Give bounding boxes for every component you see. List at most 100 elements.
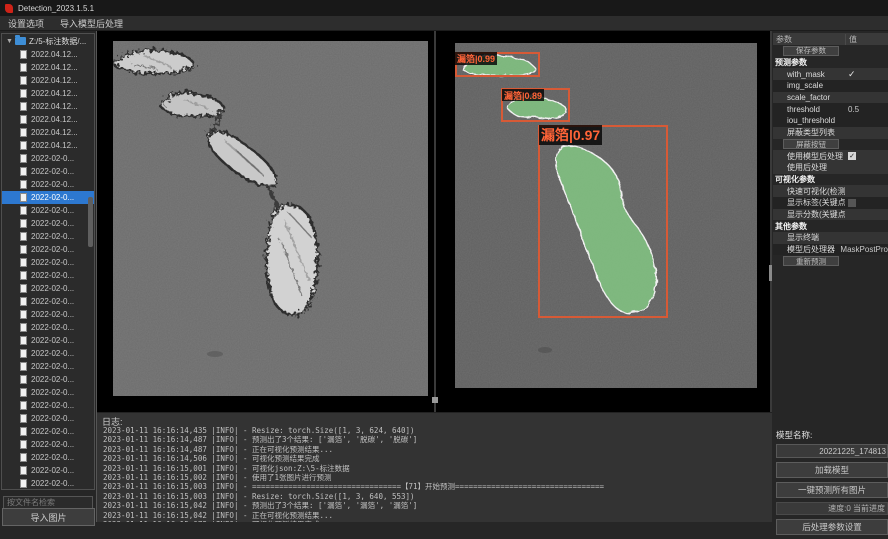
- window-title: Detection_2023.1.5.1: [18, 4, 94, 13]
- tree-item[interactable]: 2022-02-0...: [2, 347, 94, 360]
- param-row-value[interactable]: ✓: [845, 152, 856, 160]
- param-row[interactable]: 显示标签(关键点): [773, 197, 888, 209]
- tree-item[interactable]: 2022-02-0...: [2, 425, 94, 438]
- tree-item[interactable]: 2022-02-0...: [2, 165, 94, 178]
- tree-item-label: 2022.04.12...: [31, 76, 78, 85]
- param-button[interactable]: 屏蔽按钮: [783, 139, 839, 149]
- panel-splitter[interactable]: [434, 31, 436, 412]
- log-lines: 2023-01-11 16:16:14,435 |INFO| - Resize:…: [103, 426, 768, 522]
- param-row[interactable]: 模型后处理器MaskPostPro: [773, 244, 888, 256]
- postprocess-settings-button[interactable]: 后处理参数设置: [776, 519, 888, 535]
- tree-item[interactable]: 2022-02-0...: [2, 256, 94, 269]
- param-row[interactable]: 使用模型后处理✓: [773, 150, 888, 162]
- param-row-value[interactable]: ✓: [845, 69, 856, 80]
- tree-item[interactable]: 2022-02-0...: [2, 451, 94, 464]
- param-row[interactable]: scale_factor: [773, 92, 888, 104]
- tree-item[interactable]: 2022-02-0...: [2, 464, 94, 477]
- file-icon: [20, 323, 27, 332]
- tree-item[interactable]: 2022-02-0...: [2, 477, 94, 490]
- menu-import-postprocess[interactable]: 导入模型后处理: [60, 17, 123, 30]
- file-icon: [20, 466, 27, 475]
- tree-item-label: 2022-02-0...: [31, 206, 74, 215]
- param-row[interactable]: 使用后处理: [773, 162, 888, 174]
- param-row-label: 屏蔽类型列表: [773, 127, 845, 138]
- tree-item[interactable]: 2022-02-0...: [2, 178, 94, 191]
- param-row-label: 使用后处理: [773, 162, 845, 173]
- param-row[interactable]: 屏蔽类型列表: [773, 127, 888, 139]
- tree-item[interactable]: 2022-02-0...: [2, 321, 94, 334]
- tree-scrollbar[interactable]: [88, 197, 93, 247]
- tree-item-label: 2022-02-0...: [31, 349, 74, 358]
- import-images-button[interactable]: 导入图片: [2, 508, 95, 526]
- param-row-label: 使用模型后处理: [773, 151, 845, 162]
- menu-settings[interactable]: 设置选项: [8, 17, 44, 30]
- tree-item-label: 2022.04.12...: [31, 128, 78, 137]
- param-row[interactable]: 快速可视化(检测): [773, 185, 888, 197]
- folder-icon: [15, 37, 26, 45]
- tree-item[interactable]: 2022.04.12...: [2, 48, 94, 61]
- file-tree[interactable]: ▼ Z:/5-标注数据/... 2022.04.12...2022.04.12.…: [1, 33, 95, 490]
- param-row[interactable]: with_mask✓: [773, 68, 888, 80]
- tree-item[interactable]: 2022-02-0...: [2, 360, 94, 373]
- file-icon: [20, 427, 27, 436]
- sidebar: ▼ Z:/5-标注数据/... 2022.04.12...2022.04.12.…: [0, 31, 97, 522]
- file-icon: [20, 310, 27, 319]
- load-model-button[interactable]: 加载模型: [776, 462, 888, 478]
- param-section: 预测参数: [773, 57, 888, 69]
- tree-item[interactable]: 2022-02-0...: [2, 438, 94, 451]
- param-row-label: 模型后处理器: [773, 244, 837, 255]
- file-icon: [20, 206, 27, 215]
- param-row[interactable]: iou_threshold: [773, 115, 888, 127]
- tree-item[interactable]: 2022.04.12...: [2, 61, 94, 74]
- tree-item[interactable]: 2022-02-0...: [2, 386, 94, 399]
- tree-item[interactable]: 2022-02-0...: [2, 295, 94, 308]
- predict-all-button[interactable]: 一键预测所有图片: [776, 482, 888, 498]
- param-row-label: with_mask: [773, 70, 845, 79]
- tree-item[interactable]: 2022.04.12...: [2, 126, 94, 139]
- file-icon: [20, 271, 27, 280]
- tree-item[interactable]: 2022-02-0...: [2, 191, 94, 204]
- tree-item-label: 2022-02-0...: [31, 180, 74, 189]
- param-row[interactable]: 显示分数(关键点): [773, 209, 888, 221]
- tree-item[interactable]: 2022.04.12...: [2, 87, 94, 100]
- checkbox-checked-icon[interactable]: ✓: [848, 152, 856, 160]
- log-panel[interactable]: 日志: 2023-01-11 16:16:14,435 |INFO| - Res…: [97, 412, 772, 522]
- tree-item[interactable]: 2022-02-0...: [2, 334, 94, 347]
- param-row-value: MaskPostPro: [837, 245, 888, 254]
- log-line: 2023-01-11 16:16:14,506 |INFO| - 可视化预测结果…: [103, 454, 768, 463]
- tree-item[interactable]: 2022-02-0...: [2, 269, 94, 282]
- param-table: 保存参数预测参数with_mask✓img_scalescale_factort…: [773, 45, 888, 267]
- chevron-down-icon[interactable]: ▼: [6, 38, 13, 45]
- param-button[interactable]: 重新预测: [783, 256, 839, 266]
- tree-item[interactable]: 2022-02-0...: [2, 373, 94, 386]
- param-row[interactable]: threshold0.5: [773, 103, 888, 115]
- tree-item[interactable]: 2022-02-0...: [2, 217, 94, 230]
- param-row[interactable]: 显示终端: [773, 232, 888, 244]
- tree-item[interactable]: 2022.04.12...: [2, 113, 94, 126]
- tree-item[interactable]: 2022-02-0...: [2, 204, 94, 217]
- file-icon: [20, 180, 27, 189]
- tree-item[interactable]: 2022-02-0...: [2, 399, 94, 412]
- param-button[interactable]: 保存参数: [783, 46, 839, 56]
- tree-root-folder[interactable]: ▼ Z:/5-标注数据/...: [2, 34, 94, 48]
- tree-item[interactable]: 2022.04.12...: [2, 100, 94, 113]
- tree-item[interactable]: 2022-02-0...: [2, 243, 94, 256]
- param-row[interactable]: img_scale: [773, 80, 888, 92]
- source-image-panel[interactable]: [113, 41, 428, 396]
- param-button-row: 保存参数: [773, 45, 888, 57]
- tree-item[interactable]: 2022.04.12...: [2, 74, 94, 87]
- file-icon: [20, 115, 27, 124]
- tree-item[interactable]: 2022-02-0...: [2, 412, 94, 425]
- tree-item[interactable]: 2022-02-0...: [2, 282, 94, 295]
- splitter-grip[interactable]: [432, 397, 438, 403]
- param-row-value[interactable]: [845, 199, 856, 207]
- tree-item[interactable]: 2022-02-0...: [2, 152, 94, 165]
- checkbox-empty-icon[interactable]: [848, 199, 856, 207]
- file-icon: [20, 219, 27, 228]
- tree-item[interactable]: 2022-02-0...: [2, 230, 94, 243]
- model-name-field[interactable]: 20221225_174813: [776, 444, 888, 458]
- tree-item[interactable]: 2022.04.12...: [2, 139, 94, 152]
- tree-item-label: 2022-02-0...: [31, 154, 74, 163]
- detection-label-2: 漏箔|0.89: [502, 89, 544, 101]
- tree-item[interactable]: 2022-02-0...: [2, 308, 94, 321]
